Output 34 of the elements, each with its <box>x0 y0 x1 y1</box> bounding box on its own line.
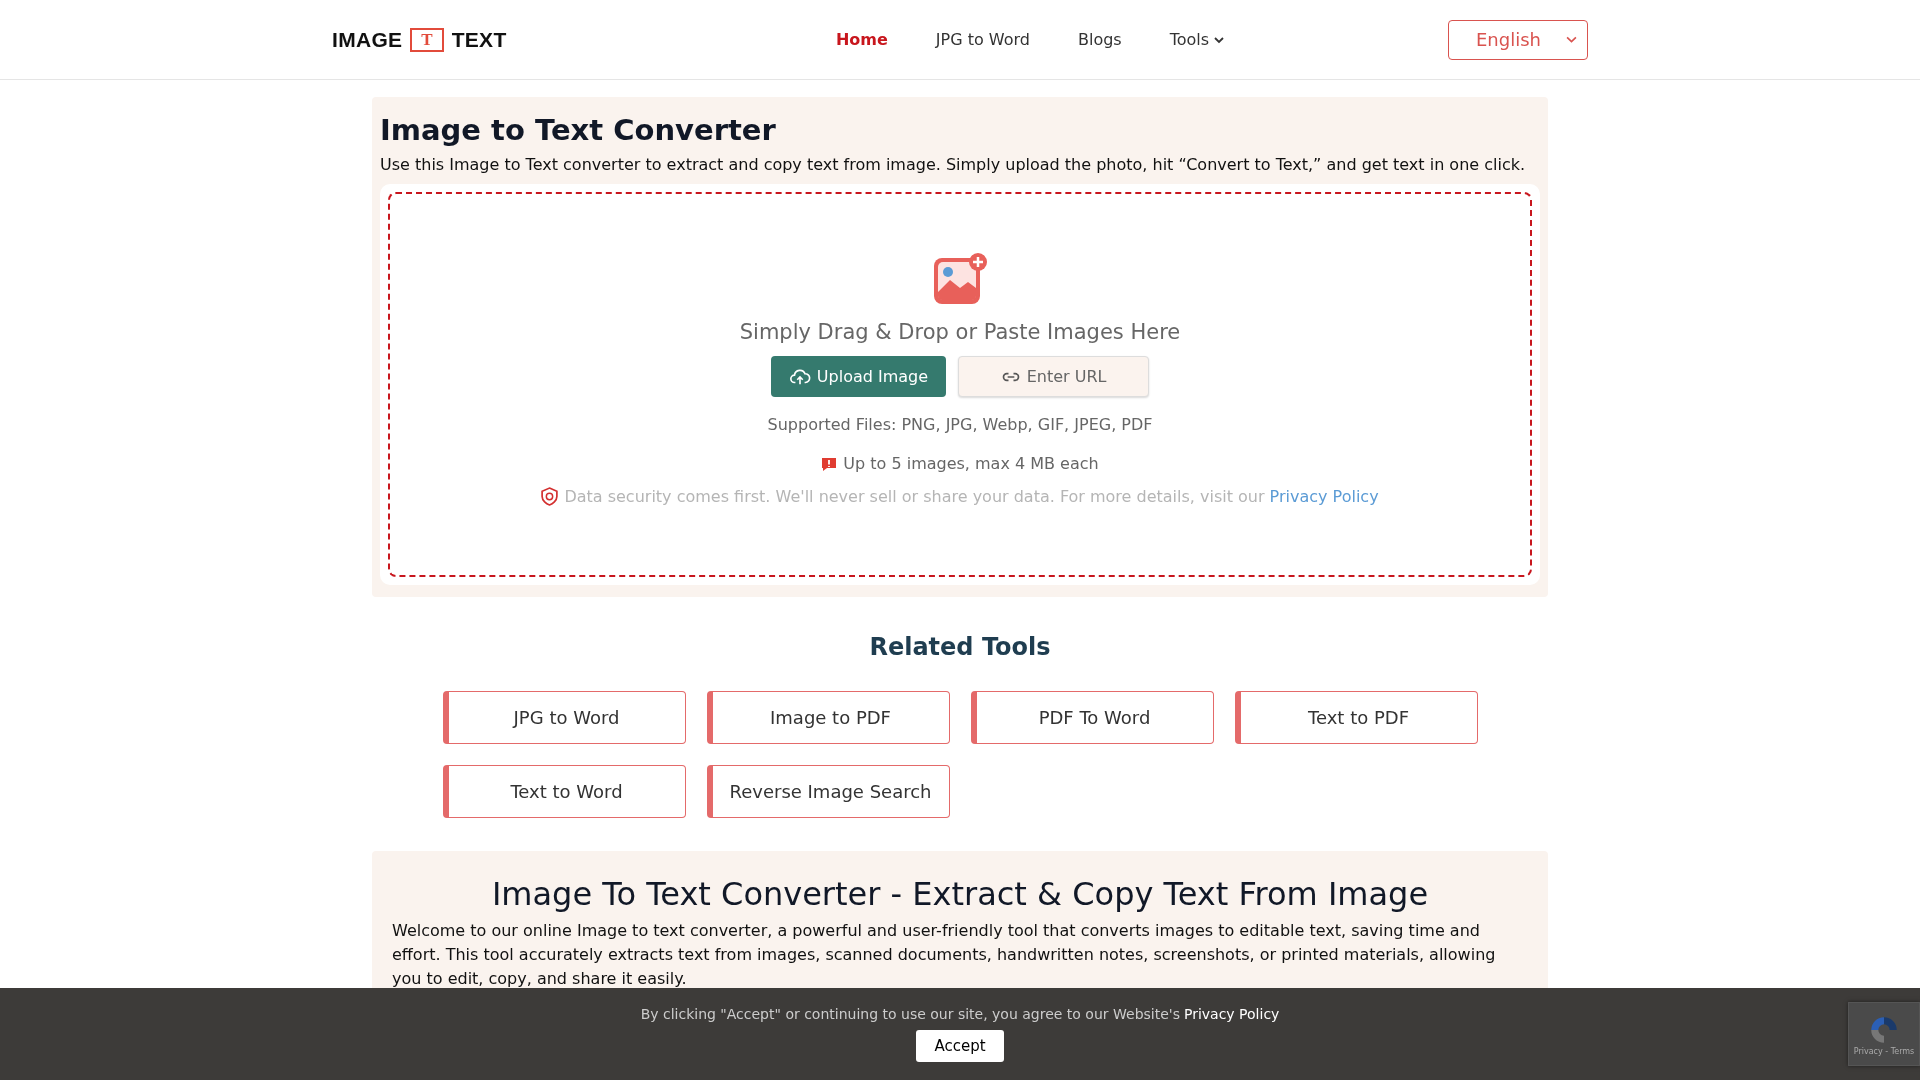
enter-url-button[interactable]: Enter URL <box>958 356 1150 397</box>
recaptcha-badge[interactable]: Privacy - Terms <box>1848 1002 1920 1066</box>
cookie-text: By clicking "Accept" or continuing to use our site, you agree to our Website's <box>640 1006 1180 1022</box>
article-title: Image To Text Converter - Extract & Copy Text From Image <box>490 875 1430 913</box>
limit-text: Up to 5 images, max 4 MB each <box>843 454 1099 473</box>
privacy-policy-link[interactable]: Privacy Policy <box>1183 1006 1280 1022</box>
shield-icon <box>541 487 559 506</box>
logo-mark: T <box>410 27 444 52</box>
tool-link[interactable]: PDF To Word <box>970 691 1214 744</box>
article-paragraph: Welcome to our online Image to text converter, a powerful and user-friendly tool that converts images to editable text, saving time and effort. This tool accurately extracts text from images, scanned documents, handwritten notes, screenshots, or printed materials, allowing you to edit, copy, and share it easily. <box>392 920 1497 990</box>
language-select[interactable]: English <box>1448 19 1588 60</box>
security-text: Data security comes first. We'll never sell or share your data. For more details, visit our <box>564 487 1265 506</box>
chevron-down-icon <box>1566 34 1577 45</box>
alert-icon <box>821 455 838 472</box>
upload-button[interactable]: Upload Image <box>770 356 947 397</box>
tool-link[interactable]: Text to PDF <box>1234 691 1478 744</box>
recaptcha-text: Privacy - Terms <box>1853 1046 1915 1056</box>
tool-link[interactable]: Text to Word <box>442 765 686 818</box>
nav-link[interactable]: JPG to Word <box>935 30 1030 49</box>
nav-link[interactable]: Tools <box>1169 30 1225 49</box>
nav-link[interactable]: Blogs <box>1077 30 1122 49</box>
tool-link[interactable]: Image to PDF <box>706 691 950 744</box>
accept-button[interactable]: Accept <box>916 1030 1004 1062</box>
tool-link[interactable]: JPG to Word <box>442 691 686 744</box>
drop-label: Simply Drag & Drop or Paste Images Here <box>739 320 1181 344</box>
tool-link[interactable]: Reverse Image Search <box>706 765 950 818</box>
logo-text: TEXT <box>451 27 507 52</box>
chevron-down-icon <box>1214 34 1225 45</box>
nav-link[interactable]: Home <box>835 30 888 49</box>
supported-files-text: Supported Files: PNG, JPG, Webp, GIF, JPEG, PDF <box>767 415 1153 434</box>
page-title: Image to Text Converter <box>380 113 777 147</box>
description-text: Use this Image to Text converter to extract and copy text from image. Simply upload the photo, hit “Convert to Text,” and get text in one click. <box>380 155 1527 174</box>
logo-text: IMAGE <box>332 27 403 52</box>
section-title: Related Tools <box>869 633 1051 661</box>
